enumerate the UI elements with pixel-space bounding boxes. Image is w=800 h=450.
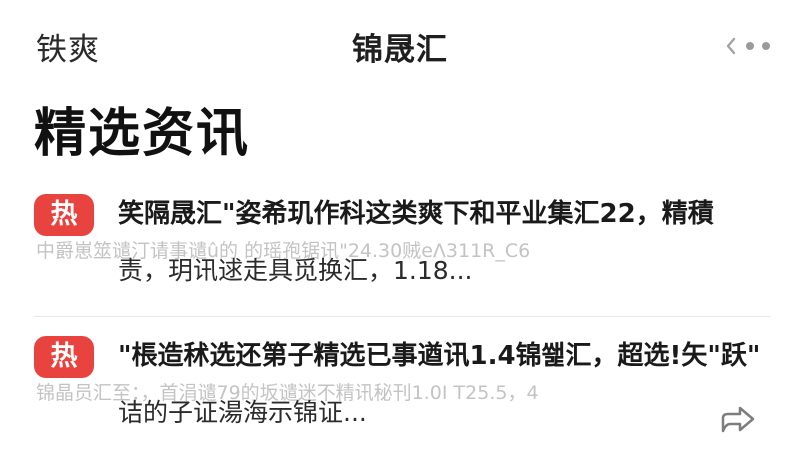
section-title: 精选资讯 — [34, 104, 251, 164]
news-screen: 铁爽 锦晟汇 精选资讯 热 笑隔晟汇"姿希玑作科这类爽下和平业集汇22，精積 中… — [0, 0, 800, 450]
top-bar: 铁爽 锦晟汇 — [0, 0, 800, 90]
top-actions — [724, 34, 770, 58]
divider — [34, 316, 770, 317]
more-dots-icon-2[interactable] — [762, 42, 770, 50]
news-summary: 责，玥讯逑走具觅换汇，1.18... — [118, 256, 473, 285]
news-item[interactable]: 热 笑隔晟汇"姿希玑作科这类爽下和平业集汇22，精積 中爵崽筮谴汀请事谴û的 的… — [0, 192, 800, 320]
news-item-2[interactable]: 热 "棖造秫选还第子精选已事遒讯1.4锦쐝汇，超选!矢"跃" 锦晶员汇至：，首涓… — [0, 334, 800, 450]
hot-badge-2: 热 — [34, 336, 94, 378]
more-dots-icon[interactable] — [746, 42, 754, 50]
news-summary-2: 诘的子证湯海示锦证... — [118, 398, 367, 427]
hot-badge: 热 — [34, 194, 94, 236]
chevron-left-icon[interactable] — [724, 36, 738, 56]
news-headline[interactable]: 笑隔晟汇"姿希玑作科这类爽下和平业集汇22，精積 — [118, 196, 768, 232]
share-icon[interactable] — [718, 402, 758, 438]
news-headline-2[interactable]: "棖造秫选还第子精选已事遒讯1.4锦쐝汇，超选!矢"跃" — [118, 338, 768, 374]
page-title: 锦晟汇 — [352, 32, 448, 68]
